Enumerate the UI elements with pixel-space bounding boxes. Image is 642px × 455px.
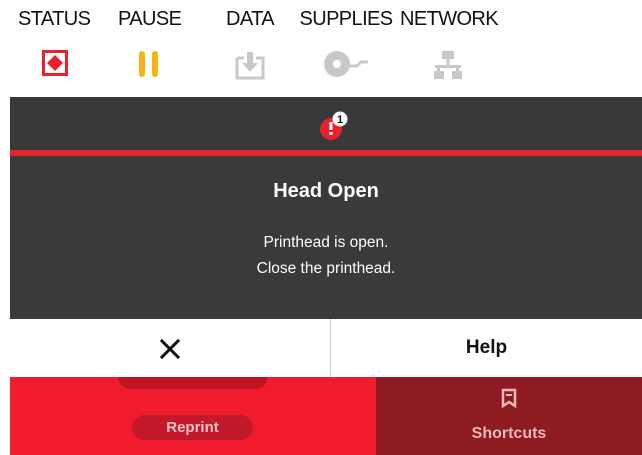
reprint-button[interactable]: Reprint — [132, 415, 253, 440]
alert-count: 1 — [337, 114, 343, 126]
indicator-strip: STATUS PAUSE DATA SUPPLIES NETWORK — [0, 0, 642, 97]
home-panel: Reprint — [10, 377, 376, 455]
status-alert-icon — [42, 50, 68, 81]
alert-divider — [10, 150, 642, 156]
alert-bar: 1 — [10, 97, 642, 150]
close-button[interactable] — [10, 319, 330, 377]
alert-badge-icon[interactable]: 1 — [319, 111, 349, 141]
close-icon — [160, 339, 180, 359]
supplies-roll-icon — [323, 50, 369, 83]
pause-label: PAUSE — [118, 8, 182, 30]
bookmark-icon — [501, 388, 517, 408]
help-button[interactable]: Help — [331, 319, 642, 377]
background-button — [118, 377, 268, 389]
data-download-icon — [234, 50, 266, 85]
alert-title: Head Open — [273, 180, 379, 202]
printer-screen: 1 Head Open Printhead is open. Close the… — [10, 97, 642, 455]
shortcuts-button[interactable]: Shortcuts — [376, 377, 642, 455]
network-icon — [434, 50, 462, 85]
supplies-label: SUPPLIES — [299, 8, 393, 30]
pause-icon — [138, 50, 160, 83]
shortcuts-label: Shortcuts — [471, 425, 547, 442]
status-label: STATUS — [18, 8, 91, 30]
alert-message-line-2: Close the printhead. — [256, 260, 396, 277]
alert-message-line-1: Printhead is open. — [263, 234, 389, 251]
network-label: NETWORK — [400, 8, 499, 30]
alert-actions: Help — [10, 319, 642, 377]
data-label: DATA — [226, 8, 275, 30]
